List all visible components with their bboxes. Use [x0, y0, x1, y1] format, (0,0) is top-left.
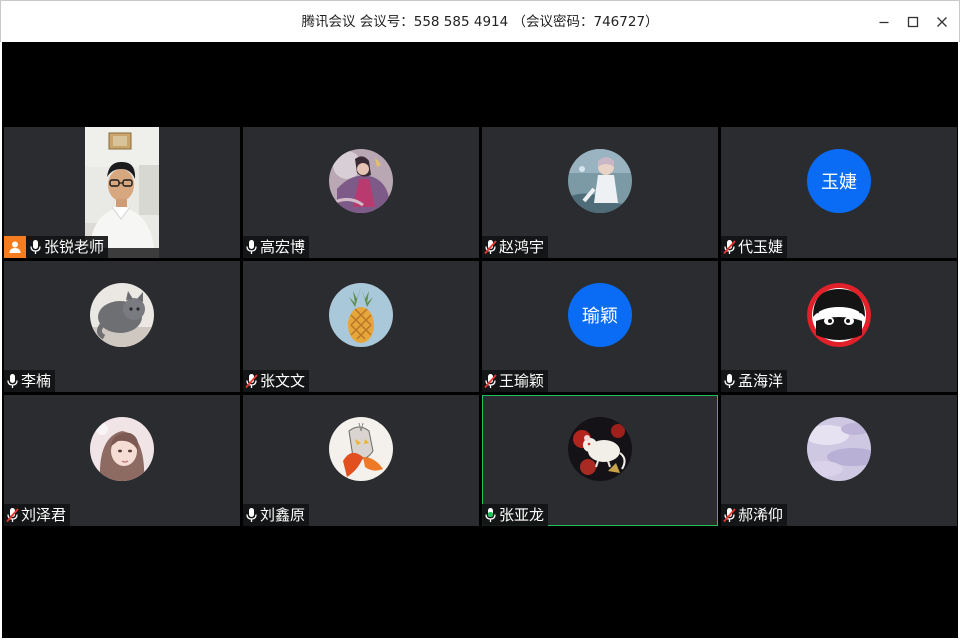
participant-tile[interactable]: 刘泽君: [4, 395, 240, 526]
name-tag: 郝浠仰: [721, 504, 788, 526]
participant-tile[interactable]: 孟海洋: [721, 261, 957, 392]
microphone-icon: [246, 508, 257, 522]
participant-avatar: [329, 283, 393, 347]
window-title: 腾讯会议 会议号：558 585 4914 （会议密码：746727）: [301, 14, 659, 30]
close-button[interactable]: [929, 10, 955, 34]
participant-tile[interactable]: 张文文: [243, 261, 479, 392]
name-tag: 李楠: [4, 370, 56, 392]
participant-name: 代玉婕: [738, 238, 784, 256]
host-badge: [4, 236, 26, 258]
microphone-icon: [724, 374, 735, 388]
participant-avatar: [807, 283, 871, 347]
participant-name: 孟海洋: [738, 372, 784, 390]
participant-name: 赵鸿宇: [499, 238, 545, 256]
name-tag: 赵鸿宇: [482, 236, 549, 258]
name-tag: 张文文: [243, 370, 310, 392]
participant-tile[interactable]: 张锐老师: [4, 127, 240, 258]
participant-avatar: [329, 149, 393, 213]
maximize-icon: [907, 16, 919, 28]
close-icon: [937, 17, 947, 27]
participant-tile[interactable]: 赵鸿宇: [482, 127, 718, 258]
participant-name: 张亚龙: [499, 506, 545, 524]
participant-tile[interactable]: 玉婕 代玉婕: [721, 127, 957, 258]
participant-name: 高宏博: [260, 238, 306, 256]
participant-avatar: [807, 417, 871, 481]
name-tag: 张锐老师: [4, 236, 109, 258]
name-tag: 代玉婕: [721, 236, 788, 258]
participant-name: 张文文: [260, 372, 306, 390]
participant-tile[interactable]: 刘鑫原: [243, 395, 479, 526]
participant-tile-active-speaker[interactable]: 张亚龙: [482, 395, 718, 526]
name-tag: 高宏博: [243, 236, 310, 258]
microphone-muted-icon: [723, 508, 736, 523]
participant-avatar: [329, 417, 393, 481]
participant-name: 李楠: [21, 372, 52, 390]
name-tag: 王瑜颖: [482, 370, 549, 392]
minimize-icon: [879, 21, 889, 24]
participant-tile[interactable]: 瑜颖 王瑜颖: [482, 261, 718, 392]
microphone-muted-icon: [6, 508, 19, 523]
name-tag: 刘泽君: [4, 504, 71, 526]
microphone-icon: [7, 374, 18, 388]
participant-name: 王瑜颖: [499, 372, 545, 390]
text-avatar: 玉婕: [807, 149, 871, 213]
host-user-icon: [9, 241, 21, 253]
participant-avatar: [568, 149, 632, 213]
maximize-button[interactable]: [900, 10, 926, 34]
microphone-icon: [30, 240, 41, 254]
participant-name: 刘泽君: [21, 506, 67, 524]
participant-avatar: [90, 417, 154, 481]
text-avatar: 瑜颖: [568, 283, 632, 347]
participant-avatar: [568, 417, 632, 481]
participant-tile[interactable]: 李楠: [4, 261, 240, 392]
name-tag: 张亚龙: [482, 504, 549, 526]
participant-tile[interactable]: 高宏博: [243, 127, 479, 258]
microphone-muted-icon: [484, 374, 497, 389]
name-tag: 刘鑫原: [243, 504, 310, 526]
participant-name: 刘鑫原: [260, 506, 306, 524]
participant-name: 张锐老师: [44, 238, 105, 256]
minimize-button[interactable]: [871, 10, 897, 34]
meeting-stage: 张锐老师 高宏博 赵鸿宇 玉婕 代玉婕 李楠 张文文 瑜颖 王瑜颖 孟海洋 刘泽…: [2, 42, 958, 638]
participant-name: 郝浠仰: [738, 506, 784, 524]
microphone-muted-icon: [245, 374, 258, 389]
microphone-muted-icon: [723, 240, 736, 255]
microphone-icon: [246, 240, 257, 254]
microphone-muted-icon: [484, 240, 497, 255]
participant-avatar: [90, 283, 154, 347]
name-tag: 孟海洋: [721, 370, 788, 392]
microphone-speaking-icon: [485, 508, 496, 522]
participant-tile[interactable]: 郝浠仰: [721, 395, 957, 526]
title-bar: 腾讯会议 会议号：558 585 4914 （会议密码：746727）: [0, 0, 960, 42]
